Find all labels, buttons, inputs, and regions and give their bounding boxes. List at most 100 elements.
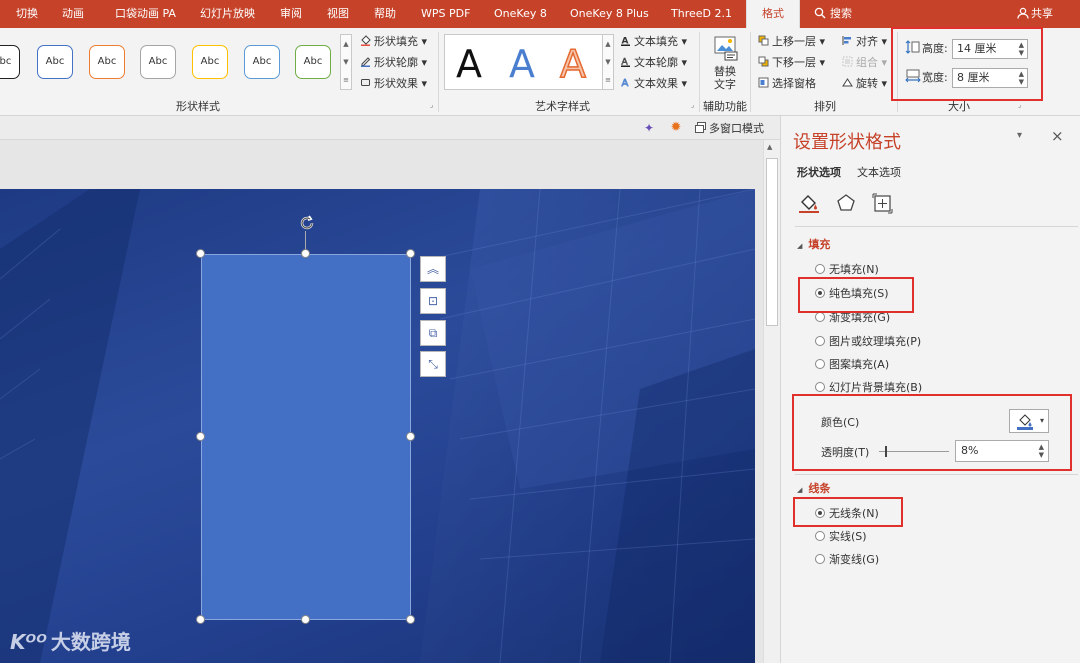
divider	[795, 226, 1078, 227]
radio-button[interactable]	[815, 382, 825, 392]
scroll-up-icon[interactable]: ▲	[767, 143, 772, 151]
gallery-scroll[interactable]: ▲ ▼ ≡	[340, 34, 352, 90]
divider	[699, 32, 700, 112]
text-outline-button[interactable]: A 文本轮廓 ▾	[620, 55, 687, 71]
radio-button[interactable]	[815, 531, 825, 541]
line-option[interactable]: 渐变线(G)	[815, 552, 879, 568]
wordart-black[interactable]: A	[456, 42, 482, 86]
collapse-up-icon[interactable]: ︽	[420, 256, 446, 282]
effects-pentagon-icon[interactable]	[835, 192, 857, 214]
text-effects-button[interactable]: A 文本效果 ▾	[620, 76, 687, 92]
collapse-triangle-icon: ◢	[797, 242, 803, 250]
fill-option[interactable]: 图案填充(A)	[815, 357, 889, 373]
radio-button[interactable]	[815, 312, 825, 322]
size-properties-icon[interactable]	[872, 193, 893, 214]
shape-fill-button[interactable]: 形状填充 ▾	[360, 34, 427, 50]
resize-handle-br[interactable]	[406, 615, 415, 624]
vertical-scrollbar[interactable]: ▲	[763, 140, 780, 663]
bring-forward-button[interactable]: 上移一层 ▾	[758, 34, 825, 50]
shape-outline-button[interactable]: 形状轮廓 ▾	[360, 55, 427, 71]
align-icon	[842, 36, 851, 45]
tab-threed[interactable]: ThreeD 2.1	[671, 0, 732, 28]
wordart-gallery-scroll[interactable]: ▲ ▼ ≡	[602, 34, 614, 90]
multiwindow-button[interactable]: 多窗口模式	[695, 120, 764, 136]
close-icon[interactable]: ×	[1051, 127, 1064, 145]
pane-dropdown-icon[interactable]: ▾	[1017, 130, 1022, 141]
radio-button[interactable]	[815, 336, 825, 346]
pencil-icon	[361, 57, 371, 67]
tab-pocket-animation[interactable]: 口袋动画 PA	[115, 0, 176, 28]
rotate-icon	[842, 78, 853, 87]
tab-transitions[interactable]: 切换	[16, 0, 38, 28]
divider	[438, 32, 439, 112]
tab-format[interactable]: 格式	[746, 0, 800, 28]
assist-group-label: 辅助功能	[703, 100, 747, 113]
resize-handle-bl[interactable]	[196, 615, 205, 624]
tab-text-options[interactable]: 文本选项	[857, 164, 901, 180]
tab-wps-pdf[interactable]: WPS PDF	[421, 0, 470, 28]
magic-wand-icon[interactable]: ✦	[640, 119, 658, 137]
tab-review[interactable]: 审阅	[280, 0, 302, 28]
resize-handle-t[interactable]	[301, 249, 310, 258]
fill-option[interactable]: 图片或纹理填充(P)	[815, 334, 921, 350]
search-box[interactable]: 搜索	[814, 0, 852, 28]
rotate-button[interactable]: 旋转 ▾	[842, 76, 887, 92]
wordart-blue[interactable]: A	[509, 42, 535, 86]
dialog-launcher-icon[interactable]: ⌟	[691, 101, 694, 109]
fill-option[interactable]: 无填充(N)	[815, 262, 879, 278]
align-button[interactable]: 对齐 ▾	[842, 34, 887, 50]
layer-order-icon[interactable]: ⧉	[420, 320, 446, 346]
shape-effects-button[interactable]: 形状效果 ▾	[360, 76, 427, 92]
shape-styles-group-label: 形状样式	[176, 100, 220, 113]
replace-text-button[interactable]: 替换 文字	[705, 34, 745, 94]
line-section-header[interactable]: ◢ 线条	[797, 480, 830, 496]
rotate-handle-icon[interactable]	[298, 214, 316, 232]
radio-button[interactable]	[815, 554, 825, 564]
resize-arrow-icon[interactable]: ⤡	[420, 351, 446, 377]
text-effects-icon: A	[621, 78, 629, 88]
tab-shape-options[interactable]: 形状选项	[797, 164, 841, 180]
resize-handle-l[interactable]	[196, 432, 205, 441]
dialog-launcher-icon[interactable]: ⌟	[430, 101, 433, 109]
group-button[interactable]: 组合 ▾	[842, 55, 887, 71]
fill-line-icon[interactable]	[797, 192, 821, 214]
wordart-orange[interactable]: A	[559, 41, 587, 87]
shape-style-swatch[interactable]: Abc	[192, 45, 228, 79]
resize-handle-tr[interactable]	[406, 249, 415, 258]
tab-onekey8-plus[interactable]: OneKey 8 Plus	[570, 0, 649, 28]
resize-handle-b[interactable]	[301, 615, 310, 624]
tab-onekey8[interactable]: OneKey 8	[494, 0, 547, 28]
layout-options-icon[interactable]: ⊡	[420, 288, 446, 314]
tab-view[interactable]: 视图	[327, 0, 349, 28]
solid-fill-highlight-box	[798, 277, 914, 313]
selection-pane-button[interactable]: 选择窗格	[758, 76, 816, 92]
shape-style-swatch[interactable]: Abc	[89, 45, 125, 79]
share-label: 共享	[1031, 7, 1053, 20]
shape-style-swatch[interactable]: Abc	[140, 45, 176, 79]
shape-style-swatch[interactable]: Abc	[295, 45, 331, 79]
send-backward-button[interactable]: 下移一层 ▾	[758, 55, 825, 71]
bring-forward-icon	[758, 35, 769, 46]
resize-handle-tl[interactable]	[196, 249, 205, 258]
fill-section-header[interactable]: ◢ 填充	[797, 236, 830, 252]
dialog-launcher-icon[interactable]: ⌟	[1018, 101, 1021, 109]
line-option[interactable]: 实线(S)	[815, 529, 867, 545]
shape-style-swatch[interactable]: Abc	[37, 45, 73, 79]
radio-button[interactable]	[815, 264, 825, 274]
tab-slideshow[interactable]: 幻灯片放映	[200, 0, 255, 28]
rectangle-shape[interactable]	[201, 254, 411, 620]
pane-title: 设置形状格式	[793, 132, 901, 153]
wordart-group-label: 艺术字样式	[535, 100, 590, 113]
color-transparency-highlight-box	[792, 394, 1072, 471]
tab-help[interactable]: 帮助	[374, 0, 396, 28]
resize-handle-r[interactable]	[406, 432, 415, 441]
group-icon	[842, 56, 853, 67]
tab-animations[interactable]: 动画	[62, 0, 84, 28]
share-button[interactable]: 共享	[1017, 0, 1053, 28]
shape-style-swatch[interactable]: Abc	[0, 45, 20, 79]
shape-style-swatch[interactable]: Abc	[244, 45, 280, 79]
text-fill-button[interactable]: A 文本填充 ▾	[620, 34, 687, 50]
gear-icon[interactable]: ✹	[667, 119, 685, 137]
scroll-thumb[interactable]	[766, 158, 778, 326]
radio-button[interactable]	[815, 359, 825, 369]
